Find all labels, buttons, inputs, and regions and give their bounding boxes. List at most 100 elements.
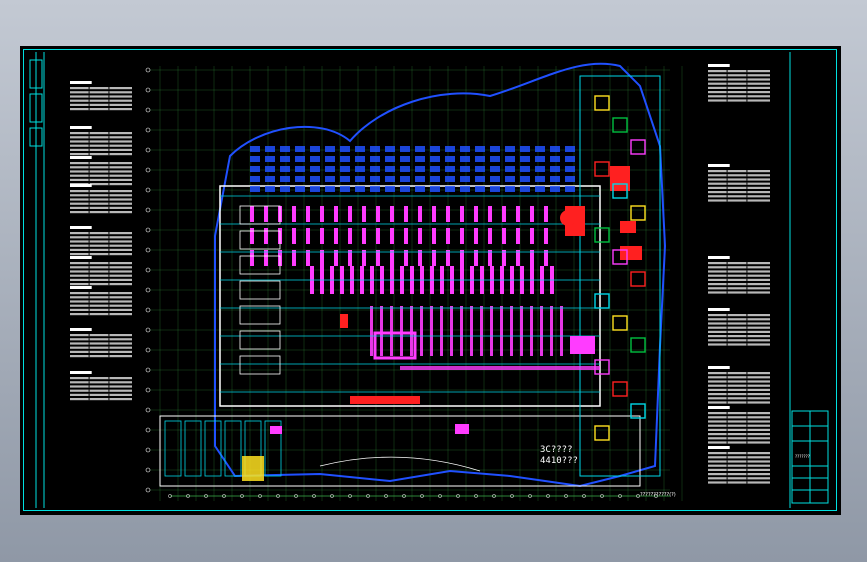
equipment-red-round [560, 210, 576, 226]
left-legend-tables [70, 81, 132, 401]
shelf-unit [460, 228, 464, 244]
shelf-unit [348, 228, 352, 244]
parking-bay [325, 186, 335, 192]
parking-bay [355, 186, 365, 192]
parking-bay [340, 166, 350, 172]
shelf-unit [418, 206, 422, 222]
shelf-unit [370, 306, 373, 356]
shelf-unit [390, 306, 393, 356]
grid-bubble [145, 287, 151, 293]
shelf-unit [470, 306, 473, 356]
parking-bay [490, 156, 500, 162]
parking-bay [475, 186, 485, 192]
parking-bay [280, 156, 290, 162]
lower-yellow-room [242, 456, 264, 481]
equipment-red [620, 246, 642, 260]
parking-bay [460, 176, 470, 182]
parking-bay [265, 166, 275, 172]
shelf-unit [404, 228, 408, 244]
shelf-unit [264, 206, 268, 222]
parking-bay [400, 166, 410, 172]
parking-bay [460, 146, 470, 152]
shelf-unit [490, 306, 493, 356]
parking-bay [400, 156, 410, 162]
cad-viewport[interactable]: 3C???? 4410??? ???????????(?) ??????? [20, 46, 841, 515]
shelf-unit [334, 228, 338, 244]
parking-bay [490, 186, 500, 192]
east-fixture [570, 336, 595, 354]
parking-bay [520, 166, 530, 172]
shelf-unit [450, 306, 453, 356]
parking-bay [430, 166, 440, 172]
grid-bubble [145, 167, 151, 173]
parking-bay [565, 146, 575, 152]
parking-bay [535, 176, 545, 182]
west-room [239, 305, 281, 325]
parking-bay [385, 176, 395, 182]
shelf-unit [376, 228, 380, 244]
parking-bay [295, 176, 305, 182]
grid-bubble [145, 447, 151, 453]
parking-bay [280, 146, 290, 152]
parking-bay [355, 156, 365, 162]
right-table-5 [708, 366, 770, 404]
parking-bay [340, 146, 350, 152]
parking-bay [325, 166, 335, 172]
right-table-3 [708, 256, 770, 294]
west-room [239, 355, 281, 375]
parking-bay [355, 166, 365, 172]
parking-bay [355, 176, 365, 182]
parking-bay [370, 156, 380, 162]
shelf-unit [510, 306, 513, 356]
shelf-unit [480, 306, 483, 356]
grid-bubble [145, 427, 151, 433]
parking-bay [385, 166, 395, 172]
parking-bay [310, 156, 320, 162]
shelf-unit [446, 228, 450, 244]
left-table-7 [70, 286, 132, 316]
grid-bubble [145, 127, 151, 133]
grid-bubble [145, 207, 151, 213]
parking-bay [430, 156, 440, 162]
right-legend-tables [708, 64, 770, 484]
shelf-unit [348, 206, 352, 222]
right-table-1 [708, 64, 770, 102]
left-table-3 [70, 156, 132, 186]
floor-plan-drawing[interactable]: 3C???? 4410??? ???????????(?) ??????? [20, 46, 841, 515]
shelf-unit [440, 306, 443, 356]
parking-bay [415, 146, 425, 152]
shelf-unit [334, 206, 338, 222]
parking-bay [475, 176, 485, 182]
parking-bay [535, 146, 545, 152]
main-hall-walls [219, 185, 601, 407]
parking-bay [430, 186, 440, 192]
shelf-unit [540, 306, 543, 356]
parking-bay [565, 156, 575, 162]
grid-bubble [145, 367, 151, 373]
parking-bay [250, 146, 260, 152]
right-title-block [789, 52, 829, 508]
parking-bay [505, 186, 515, 192]
parking-bay [415, 176, 425, 182]
parking-bay [295, 156, 305, 162]
driveway-curve [319, 456, 481, 472]
shelf-unit [400, 306, 403, 356]
shelf-unit [530, 228, 534, 244]
parking-bay [325, 146, 335, 152]
shelf-unit [530, 306, 533, 356]
west-room [239, 205, 281, 225]
shelf-unit [474, 228, 478, 244]
grid-bubble [145, 307, 151, 313]
parking-bay [295, 166, 305, 172]
lower-room [204, 420, 222, 477]
equipment-red [350, 396, 420, 404]
east-wing-room [612, 381, 628, 397]
parking-bay [295, 186, 305, 192]
building-plan [145, 62, 683, 501]
shelf-unit [502, 228, 506, 244]
west-room [239, 230, 281, 250]
parking-bay [550, 186, 560, 192]
parking-bay [475, 166, 485, 172]
parking-bay [430, 146, 440, 152]
parking-bay [505, 166, 515, 172]
